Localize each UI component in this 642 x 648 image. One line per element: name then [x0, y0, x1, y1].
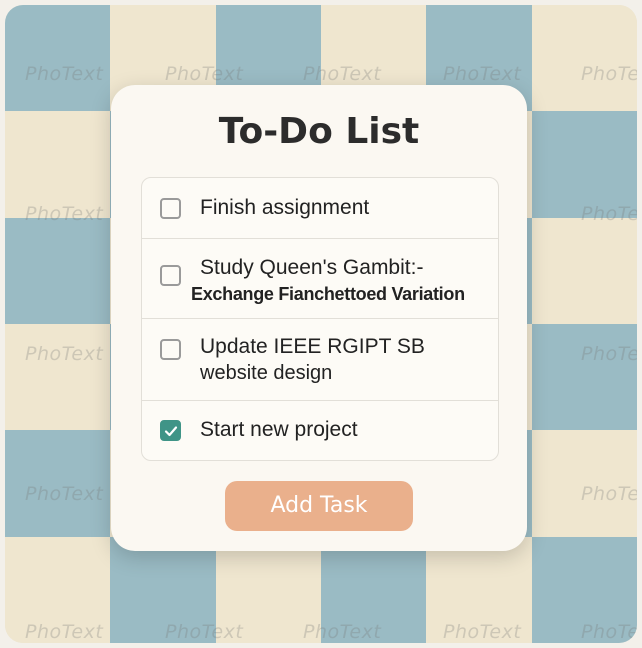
task-checkbox-checked[interactable]	[160, 420, 181, 441]
task-label: Start new project	[200, 418, 358, 441]
checker-cell	[426, 536, 532, 643]
checker-cell	[531, 430, 637, 537]
task-label-sub: Exchange Fianchettoed Variation	[191, 284, 465, 304]
checker-cell	[5, 536, 111, 643]
task-checkbox[interactable]	[160, 265, 181, 286]
checker-cell	[5, 430, 111, 537]
todo-card: To-Do List Finish assignment Study Queen…	[111, 85, 527, 551]
task-label-sub: website design	[200, 362, 333, 384]
checker-cell	[5, 324, 111, 431]
task-item[interactable]: Start new project	[142, 400, 498, 460]
task-list: Finish assignment Study Queen's Gambit:-…	[141, 177, 499, 461]
task-label-main: Update IEEE RGIPT SB	[200, 335, 425, 358]
task-label-main: Study Queen's Gambit:-	[200, 256, 424, 279]
checker-cell	[5, 217, 111, 324]
checker-cell	[531, 536, 637, 643]
checker-cell	[531, 5, 637, 112]
checkmark-icon	[164, 426, 178, 437]
task-label: Update IEEE RGIPT SB website design	[200, 334, 425, 386]
task-checkbox[interactable]	[160, 339, 181, 360]
checker-cell	[215, 536, 321, 643]
checker-cell	[5, 5, 111, 112]
checker-cell	[5, 111, 111, 218]
checker-cell	[321, 536, 427, 643]
task-label: Study Queen's Gambit:- Exchange Fianchet…	[191, 255, 465, 307]
checker-cell	[110, 536, 216, 643]
task-checkbox[interactable]	[160, 198, 181, 219]
checker-cell	[531, 217, 637, 324]
task-item[interactable]: Update IEEE RGIPT SB website design	[142, 318, 498, 401]
checker-cell	[531, 324, 637, 431]
page-title: To-Do List	[218, 111, 420, 152]
checker-cell	[531, 111, 637, 218]
task-item[interactable]: Study Queen's Gambit:- Exchange Fianchet…	[142, 238, 498, 319]
task-item[interactable]: Finish assignment	[142, 178, 498, 239]
add-task-button[interactable]: Add Task	[225, 481, 413, 531]
task-label: Finish assignment	[200, 196, 370, 219]
